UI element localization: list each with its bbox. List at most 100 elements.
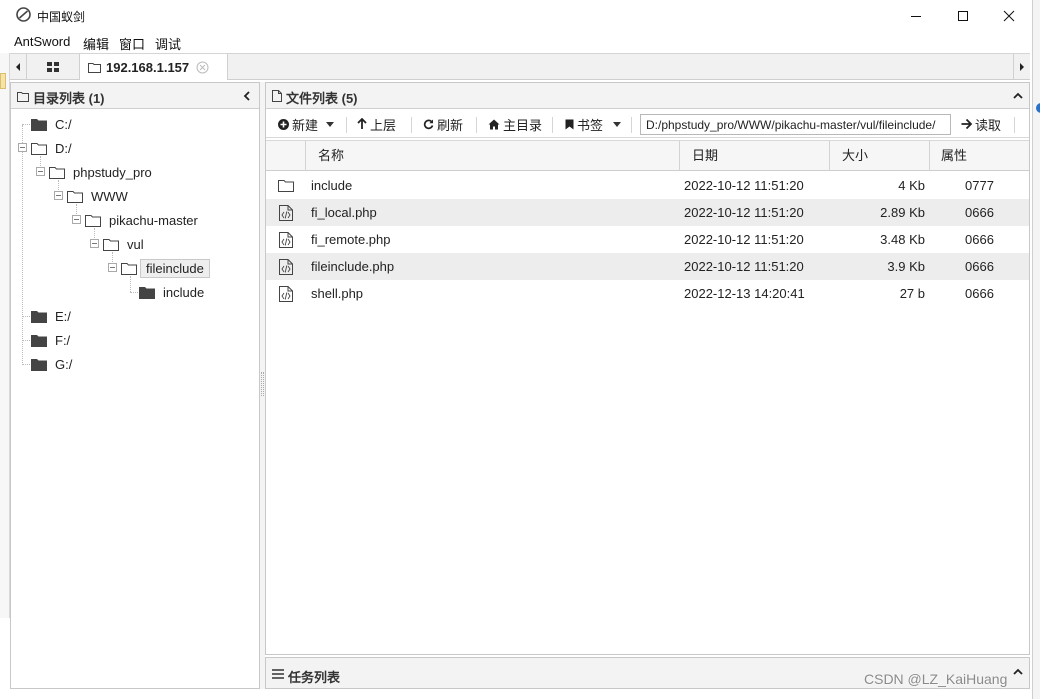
tab-scroll-left-button[interactable] <box>10 54 27 80</box>
folder-open-icon <box>49 166 65 179</box>
file-panel-title: 文件列表 (5) <box>286 91 358 106</box>
tree-node-label: E:/ <box>55 308 71 324</box>
table-row[interactable]: fi_local.php 2022-10-12 11:51:20 2.89 Kb… <box>266 199 1029 226</box>
minimize-button[interactable] <box>893 0 939 31</box>
table-row[interactable]: fi_remote.php 2022-10-12 11:51:20 3.48 K… <box>266 226 1029 253</box>
file-name: include <box>311 178 353 193</box>
tree-collapse-toggle[interactable] <box>54 191 63 200</box>
file-attr: 0777 <box>965 178 994 193</box>
path-input[interactable] <box>640 114 951 135</box>
tree-node-www[interactable]: WWW <box>67 186 133 206</box>
title-bar: 中国蚁剑 <box>0 0 1032 31</box>
collapse-left-icon[interactable] <box>243 91 251 101</box>
tree-node-vul[interactable]: vul <box>103 234 149 254</box>
tree-line <box>130 292 138 293</box>
tree-node-label: vul <box>127 236 144 252</box>
tree-collapse-toggle[interactable] <box>108 263 117 272</box>
antsword-logo-icon <box>16 7 31 22</box>
file-attr: 0666 <box>965 205 994 220</box>
maximize-icon <box>958 10 968 21</box>
task-panel-title: 任务列表 <box>288 670 341 685</box>
tree-node-c[interactable]: C:/ <box>31 114 77 134</box>
file-name: fi_remote.php <box>311 232 391 247</box>
new-button-label: 新建 <box>292 117 319 133</box>
read-button[interactable]: 读取 <box>961 111 1001 137</box>
file-panel-header: 文件列表 (5) <box>266 83 1029 109</box>
file-date: 2022-10-12 11:51:20 <box>684 205 804 220</box>
directory-panel-header: 目录列表 (1) <box>11 83 259 109</box>
background-window-left-edge <box>0 53 10 618</box>
home-dir-button[interactable]: 主目录 <box>488 111 542 137</box>
tree-node-label: pikachu-master <box>109 212 198 228</box>
bookmark-label: 书签 <box>577 117 604 133</box>
expand-up-icon[interactable] <box>1013 668 1023 675</box>
menu-antsword[interactable]: AntSword <box>14 34 70 49</box>
bookmark-button[interactable]: 书签 <box>565 111 622 137</box>
up-level-label: 上层 <box>370 117 397 133</box>
caret-right-icon <box>1020 63 1024 71</box>
header-name[interactable]: 名称 <box>306 141 680 171</box>
tree-node-label: C:/ <box>55 116 72 132</box>
tree-node-f[interactable]: F:/ <box>31 330 75 350</box>
file-toolbar: 新建 上层 刷新 主目录 书签 读取 <box>266 111 1029 138</box>
folder-filled-icon <box>31 334 47 347</box>
menu-edit[interactable]: 编辑 <box>83 34 109 53</box>
code-file-icon <box>279 205 293 221</box>
caret-down-icon <box>613 121 622 127</box>
read-label: 读取 <box>975 117 1002 133</box>
toolbar-separator <box>411 117 412 133</box>
folder-icon <box>88 62 101 73</box>
code-file-icon <box>279 259 293 275</box>
tree-node-label: WWW <box>91 188 128 204</box>
tree-node-fileinclude[interactable]: fileinclude <box>121 258 210 278</box>
tree-collapse-toggle[interactable] <box>18 143 27 152</box>
bookmark-icon <box>565 119 574 129</box>
folder-open-icon <box>31 142 47 155</box>
file-attr: 0666 <box>965 232 994 247</box>
tab-session[interactable]: 192.168.1.157 <box>80 54 228 80</box>
collapse-up-icon[interactable] <box>1013 92 1023 99</box>
table-row[interactable]: shell.php 2022-12-13 14:20:41 27 b 0666 <box>266 280 1029 307</box>
table-row[interactable]: fileinclude.php 2022-10-12 11:51:20 3.9 … <box>266 253 1029 280</box>
tree-line <box>22 316 30 317</box>
close-button[interactable] <box>986 0 1032 31</box>
toolbar-separator <box>631 117 632 133</box>
menu-debug[interactable]: 调试 <box>155 34 181 53</box>
grid-icon <box>47 62 59 72</box>
plus-circle-icon <box>278 118 289 130</box>
tree-collapse-toggle[interactable] <box>36 167 45 176</box>
tab-close-icon[interactable] <box>196 61 209 74</box>
tree-line <box>22 364 30 365</box>
caret-left-icon <box>16 63 20 71</box>
tree-node-pikachu[interactable]: pikachu-master <box>85 210 203 230</box>
tree-node-include[interactable]: include <box>139 282 209 302</box>
tree-collapse-toggle[interactable] <box>72 215 81 224</box>
new-button[interactable]: 新建 <box>278 111 335 137</box>
tree-line <box>22 125 23 365</box>
tree-node-e[interactable]: E:/ <box>31 306 76 326</box>
code-file-icon <box>279 232 293 248</box>
refresh-button[interactable]: 刷新 <box>423 111 463 137</box>
tree-node-label-selected: fileinclude <box>140 258 210 278</box>
folder-filled-icon <box>31 310 47 323</box>
tree-node-phpstudy[interactable]: phpstudy_pro <box>49 162 157 182</box>
folder-filled-icon <box>31 118 47 131</box>
header-size[interactable]: 大小 <box>830 141 930 171</box>
header-attr[interactable]: 属性 <box>930 141 1029 171</box>
folder-open-icon <box>103 238 119 251</box>
tree-node-d[interactable]: D:/ <box>31 138 77 158</box>
tab-session-label: 192.168.1.157 <box>106 59 190 75</box>
maximize-button[interactable] <box>940 0 986 31</box>
file-date: 2022-10-12 11:51:20 <box>684 178 804 193</box>
up-level-button[interactable]: 上层 <box>357 111 396 137</box>
folder-icon <box>278 180 294 192</box>
file-size: 3.48 Kb <box>880 232 925 247</box>
tab-home[interactable] <box>27 54 80 80</box>
tab-scroll-right-button[interactable] <box>1013 54 1030 80</box>
menu-window[interactable]: 窗口 <box>119 34 145 53</box>
file-attr: 0666 <box>965 286 994 301</box>
table-row[interactable]: include 2022-10-12 11:51:20 4 Kb 0777 <box>266 172 1029 199</box>
tree-node-g[interactable]: G:/ <box>31 354 77 374</box>
tree-collapse-toggle[interactable] <box>90 239 99 248</box>
header-date[interactable]: 日期 <box>680 141 830 171</box>
